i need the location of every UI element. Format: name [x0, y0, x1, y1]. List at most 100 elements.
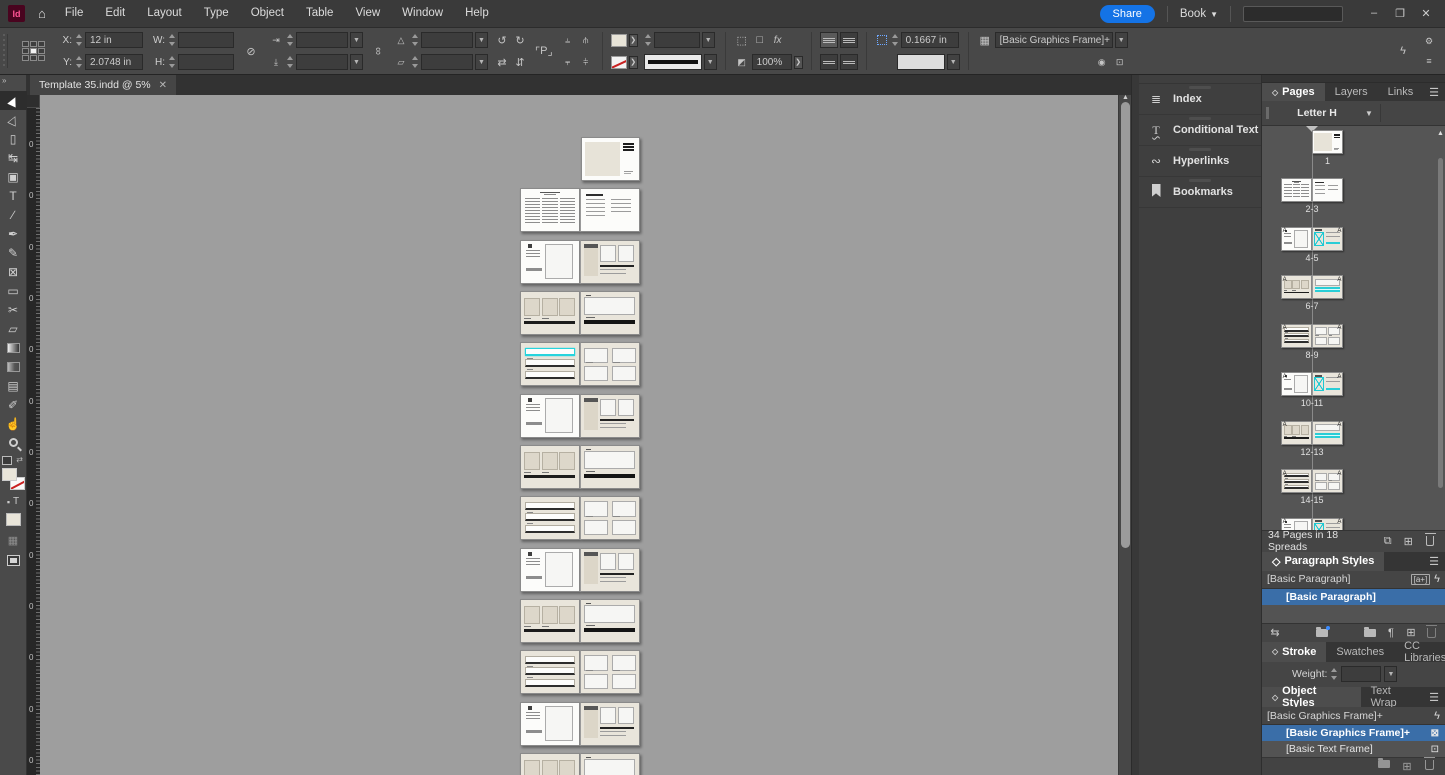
- tab-pages[interactable]: ◇Pages: [1262, 83, 1325, 102]
- frame-fitting-icon[interactable]: ▦: [977, 32, 993, 48]
- scrollbar-thumb[interactable]: [1121, 102, 1130, 548]
- delete-style-button[interactable]: [1425, 760, 1434, 770]
- wrap-around-box-icon[interactable]: [840, 32, 858, 48]
- close-button[interactable]: ✕: [1413, 7, 1439, 20]
- constrain-dimensions-icon[interactable]: ⊘: [243, 43, 259, 59]
- rotate-ccw-icon[interactable]: ↺: [494, 32, 510, 48]
- justify-icon[interactable]: ⫩: [578, 54, 594, 70]
- restore-button[interactable]: ❐: [1387, 7, 1413, 20]
- object-style-field[interactable]: [Basic Graphics Frame]+: [995, 32, 1113, 48]
- screen-mode-button[interactable]: [7, 555, 20, 566]
- stroke-style-dropdown[interactable]: ▼: [704, 54, 717, 70]
- ruler-origin-corner[interactable]: [27, 95, 40, 108]
- break-link-style-icon[interactable]: ⊡: [1112, 54, 1128, 70]
- type-tool[interactable]: T: [0, 186, 27, 205]
- book-dropdown[interactable]: Book▼: [1180, 8, 1218, 20]
- create-style-button[interactable]: ⊞: [1398, 760, 1416, 773]
- canvas-spread[interactable]: [520, 599, 640, 643]
- home-icon[interactable]: ⌂: [38, 6, 46, 21]
- pages-panel-spread[interactable]: AA8-9: [1262, 320, 1445, 368]
- canvas-spread[interactable]: [520, 445, 640, 489]
- create-style-button[interactable]: ⊞: [1402, 626, 1420, 639]
- frame-tool[interactable]: ⊠: [0, 262, 27, 281]
- flip-vertical-icon[interactable]: ⇵: [512, 54, 528, 70]
- canvas-spread[interactable]: [520, 548, 640, 592]
- delete-spread-button[interactable]: [1426, 536, 1434, 546]
- tab-links[interactable]: Links: [1378, 83, 1424, 102]
- scale-y-field[interactable]: [296, 54, 348, 70]
- paragraph-style-info-row[interactable]: [Basic Paragraph] [a+] ϟ: [1262, 571, 1445, 589]
- menu-table[interactable]: Table: [295, 0, 345, 27]
- selection-tool[interactable]: ▶: [0, 91, 27, 110]
- canvas-spread[interactable]: [520, 702, 640, 746]
- weight-stepper[interactable]: [1330, 667, 1338, 681]
- new-style-group-icon[interactable]: [1364, 629, 1376, 637]
- pages-panel-spread[interactable]: AA: [1262, 514, 1445, 530]
- fill-swatch[interactable]: [611, 34, 627, 47]
- pages-panel-spread[interactable]: AA14-15: [1262, 465, 1445, 513]
- scale-y-stepper[interactable]: [286, 55, 294, 69]
- frame-edges-icon[interactable]: [875, 33, 889, 47]
- collapsed-panel-hyperlinks[interactable]: ∾Hyperlinks: [1139, 146, 1261, 177]
- formatting-container-icon[interactable]: ▪: [7, 497, 10, 507]
- panel-menu-icon[interactable]: ≡: [1421, 53, 1437, 69]
- align-bottom-icon[interactable]: ⫧: [560, 54, 576, 70]
- stroke-style-preview[interactable]: [644, 54, 702, 70]
- redefine-style-icon[interactable]: ⇆: [1266, 626, 1284, 639]
- apply-color-button[interactable]: [6, 513, 21, 526]
- y-stepper[interactable]: [75, 55, 83, 69]
- panel-menu-icon[interactable]: ☰: [1429, 687, 1445, 707]
- swatch-preview[interactable]: [897, 54, 945, 70]
- corner-shape-icon[interactable]: □: [752, 32, 768, 48]
- stroke-options-button[interactable]: ❯: [629, 56, 638, 69]
- canvas[interactable]: [40, 95, 1118, 775]
- shear-stepper[interactable]: [411, 55, 419, 69]
- collapsed-panel-conditional-text[interactable]: TConditional Text: [1139, 115, 1261, 146]
- scroll-up-icon[interactable]: ▲: [1122, 94, 1129, 101]
- panel-menu-icon[interactable]: ☰: [1429, 552, 1445, 571]
- pages-panel-spread[interactable]: AA6-7: [1262, 271, 1445, 319]
- x-stepper[interactable]: [75, 33, 83, 47]
- constrain-scale-link-icon[interactable]: ∞: [370, 43, 386, 59]
- pages-panel-spread[interactable]: 1: [1262, 126, 1445, 174]
- free-transform-tool[interactable]: ▱: [0, 319, 27, 338]
- edit-page-size-button[interactable]: ⧉: [1379, 535, 1396, 548]
- no-text-wrap-icon[interactable]: [820, 32, 838, 48]
- canvas-spread[interactable]: [520, 342, 640, 386]
- line-tool[interactable]: ∕: [0, 205, 27, 224]
- tab-text-wrap[interactable]: Text Wrap: [1361, 687, 1430, 707]
- paragraph-flag-icon[interactable]: ¶: [1382, 627, 1400, 639]
- w-field[interactable]: [178, 32, 234, 48]
- quick-apply-icon[interactable]: ϟ: [1434, 710, 1440, 722]
- eyedropper-tool[interactable]: ✐: [0, 395, 27, 414]
- jump-object-icon[interactable]: [840, 54, 858, 70]
- menu-help[interactable]: Help: [454, 0, 500, 27]
- menu-object[interactable]: Object: [240, 0, 295, 27]
- gap-tool[interactable]: ↹: [0, 148, 27, 167]
- canvas-spread[interactable]: [581, 137, 640, 181]
- collapsed-panels-header[interactable]: [1139, 75, 1261, 84]
- corner-options-icon[interactable]: ⬚: [734, 32, 750, 48]
- gradient-feather-tool[interactable]: [0, 357, 27, 376]
- panel-grip[interactable]: [0, 34, 8, 68]
- scale-y-dropdown[interactable]: ▼: [350, 54, 363, 70]
- style-override-folder-icon[interactable]: [1316, 629, 1328, 637]
- dock-divider[interactable]: [1131, 75, 1139, 775]
- effects-icon[interactable]: fx: [770, 32, 786, 48]
- rotation-dropdown[interactable]: ▼: [475, 32, 488, 48]
- menu-file[interactable]: File: [54, 0, 95, 27]
- document-tab[interactable]: Template 35.indd @ 5% ✕: [30, 75, 176, 95]
- stroke-weight-dropdown[interactable]: ▼: [702, 32, 715, 48]
- shear-dropdown[interactable]: ▼: [475, 54, 488, 70]
- object-style-info-row[interactable]: [Basic Graphics Frame]+ ϟ: [1262, 707, 1445, 725]
- zoom-tool[interactable]: [0, 433, 27, 452]
- menu-layout[interactable]: Layout: [136, 0, 193, 27]
- opacity-field[interactable]: 100%: [752, 54, 792, 70]
- gap-field[interactable]: 0.1667 in: [901, 32, 959, 48]
- weight-field[interactable]: [1341, 666, 1381, 682]
- opacity-options-button[interactable]: ❯: [794, 56, 803, 69]
- share-button[interactable]: Share: [1100, 5, 1155, 23]
- collapsed-panel-bookmarks[interactable]: Bookmarks: [1139, 177, 1261, 208]
- panel-menu-icon[interactable]: ☰: [1429, 83, 1445, 102]
- canvas-spread[interactable]: [520, 650, 640, 694]
